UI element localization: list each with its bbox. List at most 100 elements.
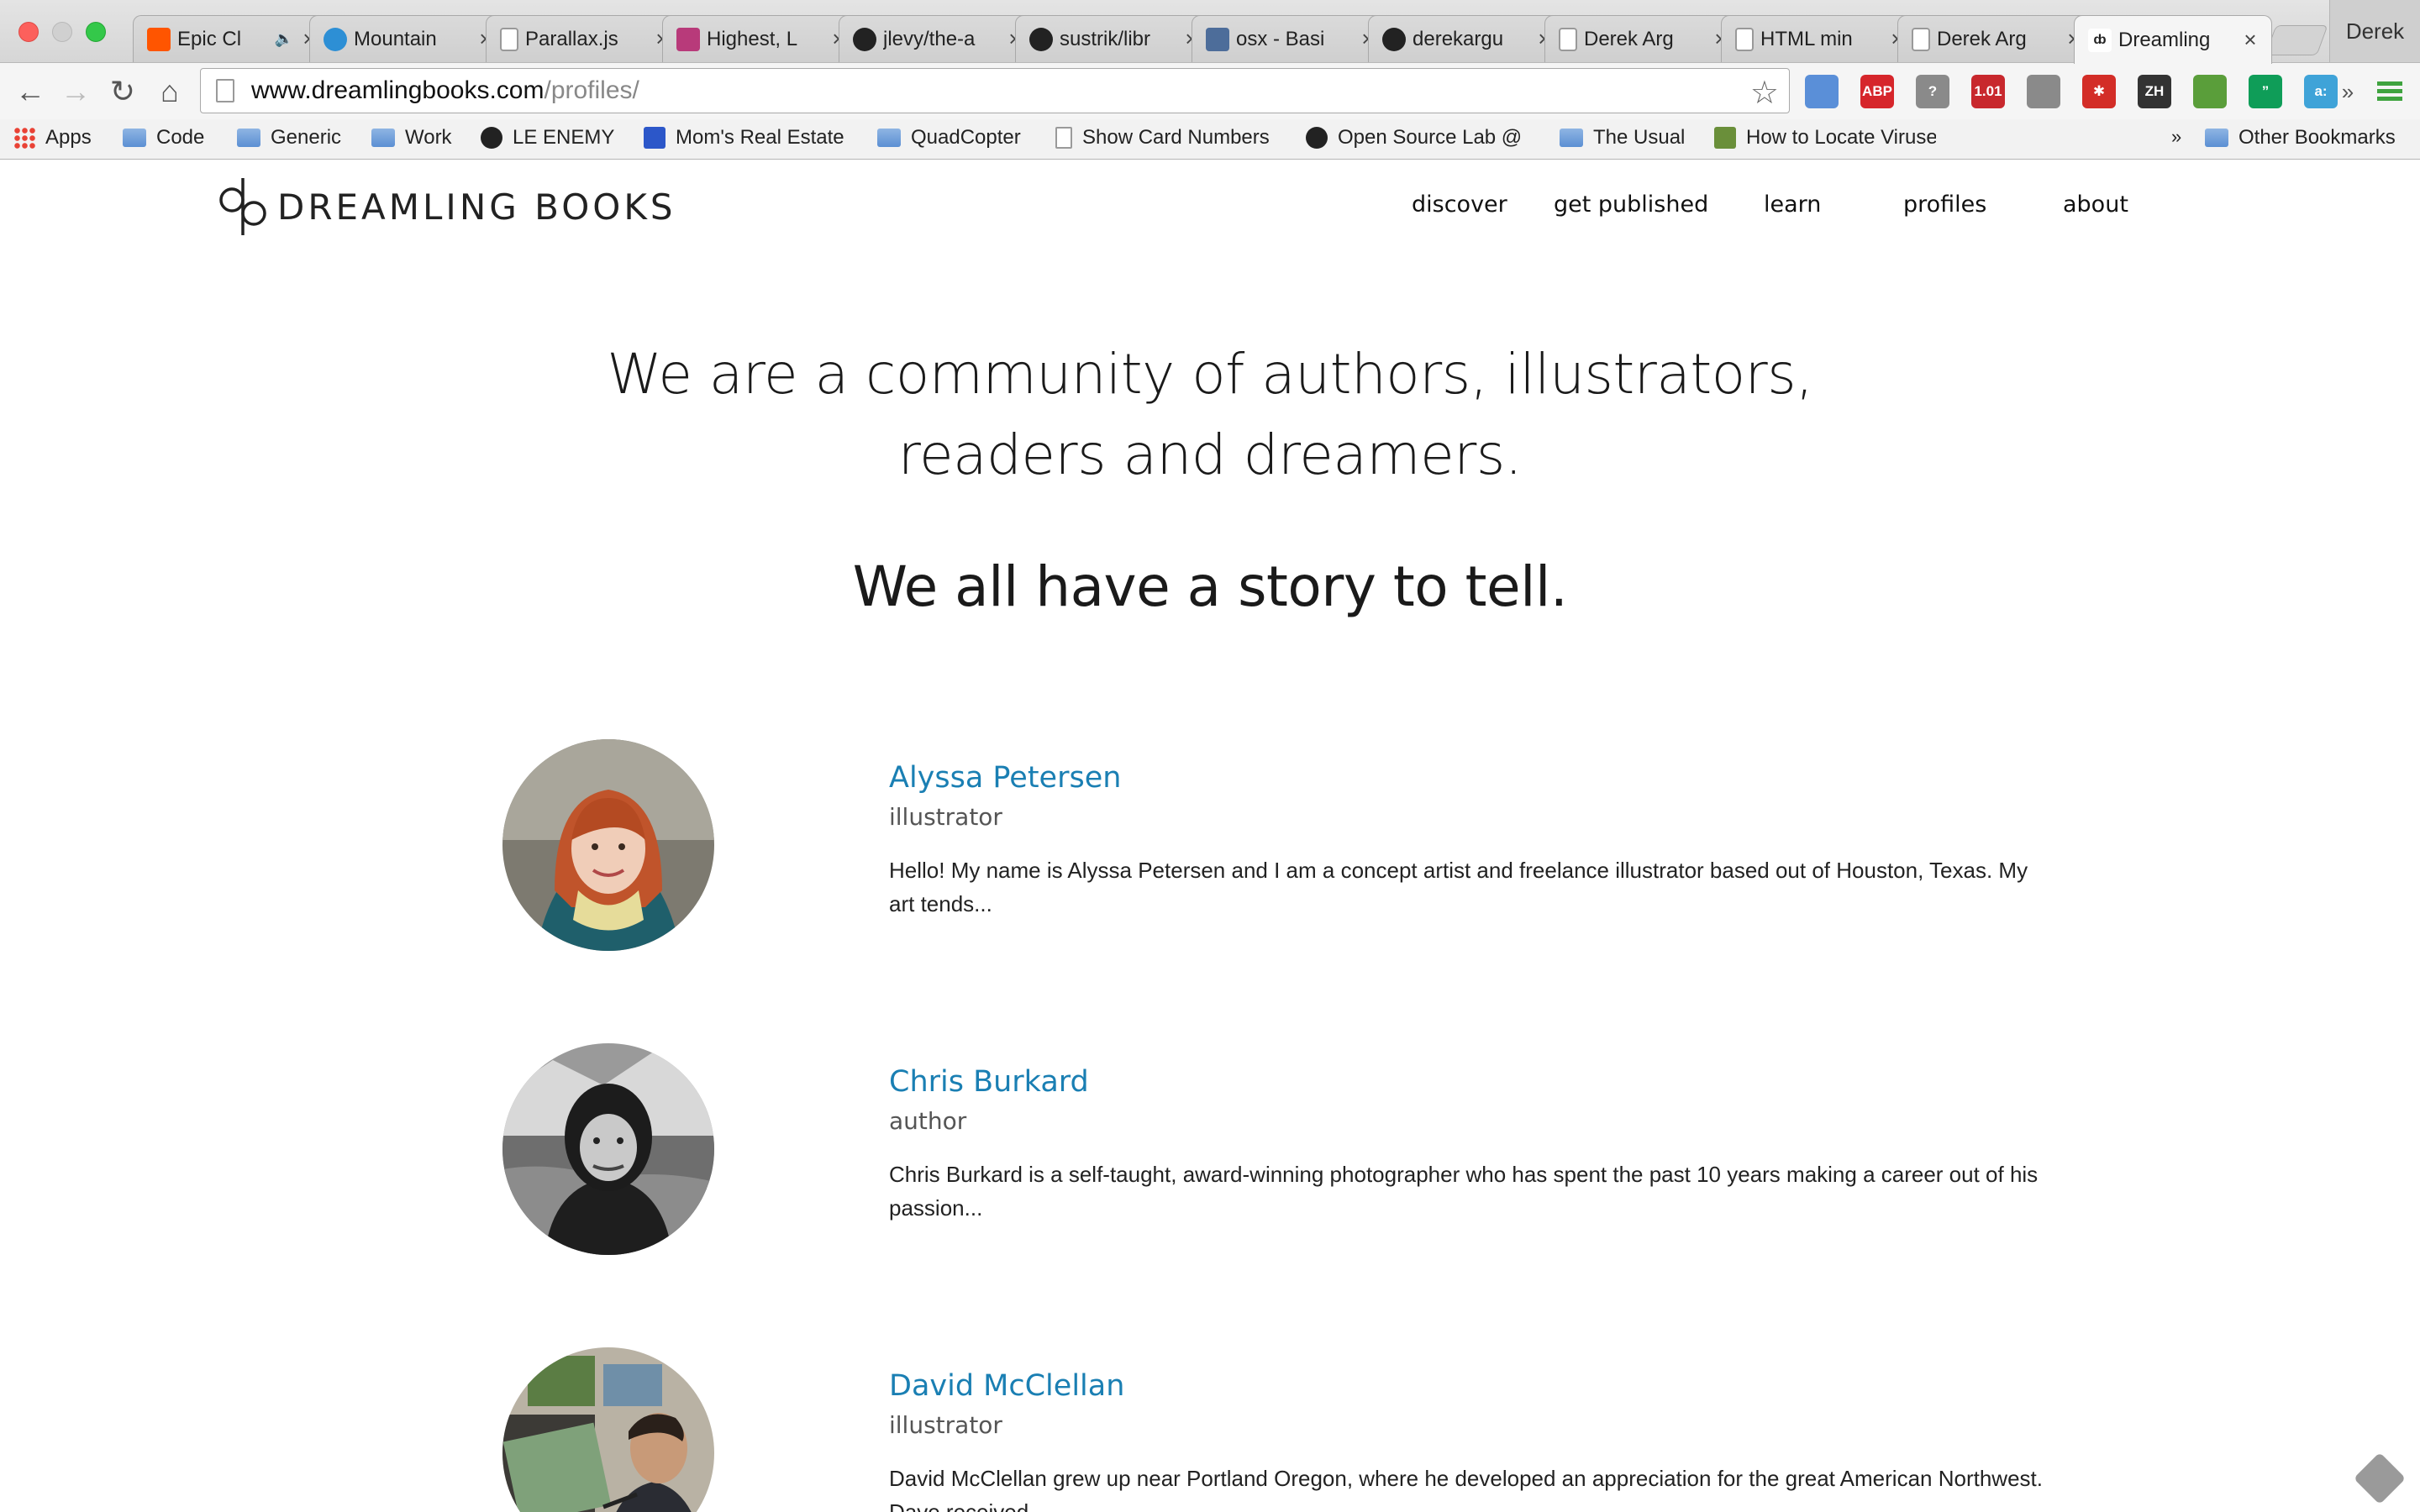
browser-tab[interactable]: Derek Arg× — [1544, 15, 1743, 62]
address-bar[interactable]: www.dreamlingbooks.com/profiles/ ☆ — [200, 68, 1790, 113]
browser-tab[interactable]: derekargu× — [1368, 15, 1566, 62]
tab-title: Parallax.js — [525, 27, 618, 50]
tab-bar: Epic Cl🔈×Mountain×Parallax.js×Highest, L… — [0, 0, 2420, 64]
maximize-window-button[interactable] — [86, 22, 106, 42]
bookmark-item[interactable]: The Usual — [1560, 126, 1685, 150]
folder-icon — [237, 129, 260, 147]
browser-tab[interactable]: ȸ Dreamling × — [2074, 15, 2272, 64]
profile-name[interactable]: Chris Burkard — [889, 1065, 1089, 1099]
profile-bio: Hello! My name is Alyssa Petersen and I … — [889, 858, 2028, 916]
tab-title: Epic Cl — [177, 27, 242, 50]
browser-tab[interactable]: Derek Arg× — [1897, 15, 2096, 62]
browser-tab[interactable]: Epic Cl🔈× — [133, 15, 331, 62]
adblock-icon[interactable]: ABP — [1860, 75, 1894, 108]
bookmark-label: Show Card Numbers — [1082, 126, 1270, 149]
tab-title: Derek Arg — [1937, 27, 2027, 50]
page-icon — [216, 79, 234, 102]
web-page: DREAMLING BOOKS discover get published l… — [0, 160, 2420, 1512]
bookmark-item[interactable]: Open Source Lab @ — [1306, 126, 1522, 150]
nav-get-published[interactable]: get published — [1554, 192, 1708, 218]
back-arrow-icon[interactable]: ← — [12, 73, 49, 110]
dreamling-icon: ȸ — [2088, 28, 2112, 52]
nav-learn[interactable]: learn — [1764, 192, 1821, 218]
avatar[interactable] — [502, 1043, 714, 1255]
browser-tab[interactable]: osx - Basi× — [1192, 15, 1390, 62]
browser-tab[interactable]: Highest, L× — [662, 15, 860, 62]
bookmark-label: How to Locate Viruse — [1746, 126, 1936, 149]
github-icon — [853, 27, 876, 51]
tab-strip: Epic Cl🔈×Mountain×Parallax.js×Highest, L… — [133, 15, 2275, 64]
image-icon — [676, 27, 700, 51]
profile-card: David McClellan illustrator David McClel… — [502, 1347, 2049, 1512]
nav-profiles[interactable]: profiles — [1903, 192, 1986, 218]
other-bookmarks[interactable]: Other Bookmarks — [2205, 126, 2396, 150]
feedback-icon[interactable] — [2353, 1452, 2407, 1505]
bookmark-item[interactable]: Work — [371, 126, 452, 150]
folder-icon — [2205, 129, 2228, 147]
reload-icon[interactable]: ↻ — [104, 73, 141, 110]
browser-tab[interactable]: sustrik/libr× — [1015, 15, 1213, 62]
bookmark-item[interactable]: Code — [123, 126, 204, 150]
bookmark-item[interactable]: QuadCopter — [877, 126, 1021, 150]
browser-tab[interactable]: Mountain× — [309, 15, 508, 62]
profile-name[interactable]: Alyssa Petersen — [889, 761, 1121, 795]
github-icon — [1029, 27, 1053, 51]
bookmark-label: Work — [405, 126, 452, 149]
handshake-icon[interactable] — [2027, 75, 2060, 108]
bookmarks-overflow[interactable]: » — [2171, 126, 2181, 148]
bookmark-label: Generic — [271, 126, 342, 149]
profile-role: author — [889, 1107, 967, 1135]
nav-discover[interactable]: discover — [1412, 192, 1507, 218]
bookmark-item[interactable]: Mom's Real Estate — [644, 126, 844, 150]
browser-tab[interactable]: Parallax.js× — [486, 15, 684, 62]
tab-title: Dreamling — [2118, 28, 2211, 51]
hero-subheading: We all have a story to tell. — [852, 554, 1568, 619]
unix-icon — [1206, 27, 1229, 51]
zenhub-icon[interactable]: ZH — [2138, 75, 2171, 108]
browser-tab[interactable]: HTML min× — [1721, 15, 1919, 62]
close-tab-icon[interactable]: × — [2241, 27, 2260, 53]
page-icon — [1735, 27, 1754, 51]
folder-icon — [1560, 129, 1583, 147]
browser-chrome: Epic Cl🔈×Mountain×Parallax.js×Highest, L… — [0, 0, 2420, 160]
nav-about[interactable]: about — [2063, 192, 2128, 218]
browser-tab[interactable]: jlevy/the-a× — [839, 15, 1037, 62]
avatar[interactable] — [502, 739, 714, 951]
profile-name[interactable]: David McClellan — [889, 1369, 1124, 1403]
other-bookmarks-label: Other Bookmarks — [2238, 126, 2396, 149]
bookmark-star-icon[interactable]: ☆ — [1750, 74, 1779, 112]
profile-card: Alyssa Petersen illustrator Hello! My na… — [502, 739, 2049, 958]
bookmark-label: LE ENEMY — [513, 126, 615, 149]
tab-title: Highest, L — [707, 27, 798, 50]
window-icon[interactable] — [1805, 75, 1839, 108]
github-icon — [481, 127, 502, 149]
evernote-icon[interactable] — [2193, 75, 2227, 108]
new-tab-button[interactable] — [2265, 25, 2328, 55]
speed-icon[interactable]: 1.01 — [1971, 75, 2005, 108]
tab-title: HTML min — [1760, 27, 1853, 50]
extensions-overflow-icon[interactable]: » — [2329, 73, 2366, 110]
bookmark-label: QuadCopter — [911, 126, 1021, 149]
forward-arrow-icon[interactable]: → — [57, 73, 94, 110]
audio-playing-icon[interactable]: 🔈 — [275, 30, 293, 48]
tab-title: Mountain — [354, 27, 437, 50]
site-nav: discover get published learn profiles ab… — [0, 192, 2420, 234]
bookmark-item[interactable]: LE ENEMY — [481, 126, 614, 150]
lastpass-icon[interactable]: ✱ — [2082, 75, 2116, 108]
bookmark-item[interactable]: Generic — [237, 126, 341, 150]
question-icon[interactable]: ? — [1916, 75, 1949, 108]
avatar[interactable] — [502, 1347, 714, 1512]
home-icon[interactable]: ⌂ — [151, 73, 188, 110]
github-icon — [1306, 127, 1328, 149]
browser-toolbar: ← → ↻ ⌂ www.dreamlingbooks.com/profiles/… — [0, 62, 2420, 119]
minimize-window-button[interactable] — [52, 22, 72, 42]
wikihow-icon — [1714, 127, 1736, 149]
hangouts-icon[interactable]: ” — [2249, 75, 2282, 108]
bookmark-item[interactable]: How to Locate Viruse — [1714, 126, 1936, 150]
profile-button[interactable]: Derek — [2329, 0, 2420, 62]
bookmark-item[interactable]: Apps — [13, 126, 92, 150]
folder-icon — [371, 129, 395, 147]
close-window-button[interactable] — [18, 22, 39, 42]
bookmark-item[interactable]: Show Card Numbers — [1055, 126, 1270, 150]
menu-icon[interactable] — [2371, 73, 2408, 110]
